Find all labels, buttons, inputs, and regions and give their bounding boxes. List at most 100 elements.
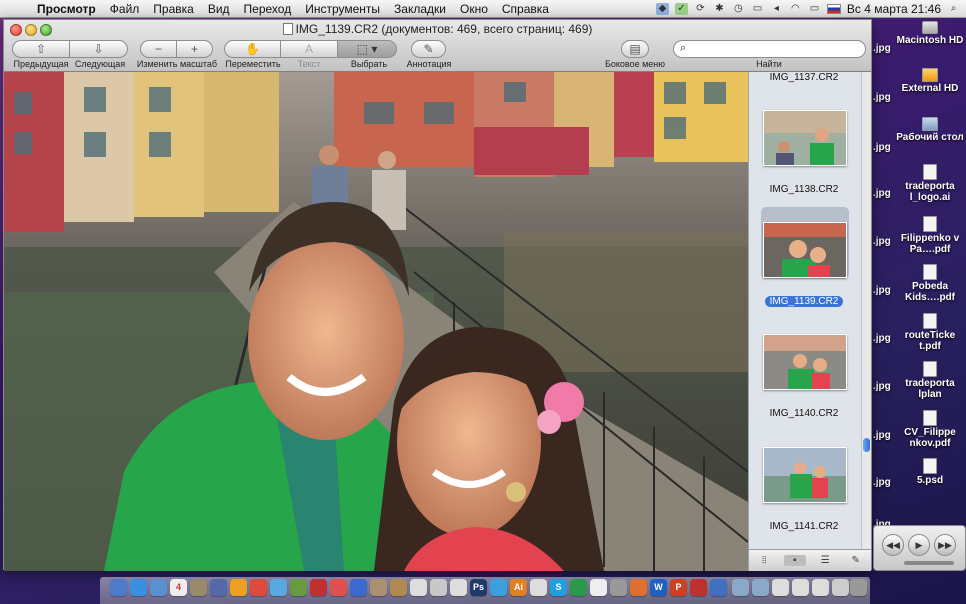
- previous-track-button[interactable]: ◀◀: [882, 534, 904, 556]
- desktop-icon-tradeportal-plan[interactable]: tradeporta lplan: [894, 361, 966, 400]
- dock-photoshop-icon[interactable]: Ps: [470, 579, 487, 596]
- select-tool-button[interactable]: ⬚ ▾: [337, 40, 397, 58]
- desktop-file-label[interactable]: .jpg: [873, 430, 891, 441]
- annotate-button[interactable]: ✎: [411, 40, 446, 58]
- dock-app-icon[interactable]: [410, 579, 427, 596]
- dock-chrome-icon[interactable]: [250, 579, 267, 596]
- desktop-icon-tradeportal-logo[interactable]: tradeporta l_logo.ai: [894, 164, 966, 203]
- dock-folder-icon[interactable]: [732, 579, 749, 596]
- menu-edit[interactable]: Правка: [146, 2, 201, 16]
- thumbnail-size-icon[interactable]: ▪: [783, 555, 806, 566]
- dock-minimized-window-icon[interactable]: [772, 579, 789, 596]
- next-button[interactable]: ⇩: [69, 40, 128, 58]
- desktop-file-label[interactable]: .jpg: [873, 381, 891, 392]
- search-input[interactable]: [694, 42, 859, 56]
- thumbnail-image-1138[interactable]: [763, 110, 847, 166]
- desktop-icon-5-psd[interactable]: 5.psd: [894, 458, 966, 486]
- desktop-file-label[interactable]: .jpg: [873, 333, 891, 344]
- dock-finder-icon[interactable]: [110, 579, 127, 596]
- menu-view[interactable]: Вид: [201, 2, 237, 16]
- desktop-icon-desktop[interactable]: Рабочий стол: [894, 117, 966, 143]
- dock-app-icon[interactable]: [570, 579, 587, 596]
- dock-safari-icon[interactable]: [130, 579, 147, 596]
- desktop-icon-routeticket-pdf[interactable]: routeTicke t.pdf: [894, 313, 966, 352]
- dock-app-icon[interactable]: [330, 579, 347, 596]
- desktop-file-label[interactable]: .jpg: [873, 285, 891, 296]
- dock-app-icon[interactable]: [310, 579, 327, 596]
- menu-file[interactable]: Файл: [103, 2, 147, 16]
- previous-button[interactable]: ⇧: [12, 40, 70, 58]
- dock-app-icon[interactable]: [230, 579, 247, 596]
- dock-app-icon[interactable]: [590, 579, 607, 596]
- sidebar-scrollbar[interactable]: [861, 72, 871, 549]
- dock-app-icon[interactable]: [290, 579, 307, 596]
- dock-illustrator-icon[interactable]: Ai: [510, 579, 527, 596]
- dock-app-icon[interactable]: [610, 579, 627, 596]
- desktop-icon-external-hd[interactable]: External HD: [894, 68, 966, 94]
- desktop-icon-macintosh-hd[interactable]: Macintosh HD: [894, 21, 966, 46]
- desktop-file-label[interactable]: .jpg: [873, 188, 891, 199]
- move-tool-button[interactable]: ✋: [224, 40, 281, 58]
- menu-help[interactable]: Справка: [495, 2, 556, 16]
- thumbnail-image-1139[interactable]: [763, 222, 847, 278]
- menu-bookmarks[interactable]: Закладки: [387, 2, 453, 16]
- zoom-in-button[interactable]: +: [176, 40, 213, 58]
- photo-view[interactable]: [4, 72, 748, 571]
- dock-minimized-window-icon[interactable]: [792, 579, 809, 596]
- evernote-icon[interactable]: ✓: [674, 3, 688, 15]
- dock-folder-icon[interactable]: [752, 579, 769, 596]
- next-track-button[interactable]: ▶▶: [934, 534, 956, 556]
- desktop-file-label[interactable]: .jpg: [873, 477, 891, 488]
- dock-app-icon[interactable]: [710, 579, 727, 596]
- dock-app-icon[interactable]: [190, 579, 207, 596]
- dock-app-icon[interactable]: [390, 579, 407, 596]
- volume-icon[interactable]: ◂: [770, 3, 783, 15]
- dock-powerpoint-icon[interactable]: P: [670, 579, 687, 596]
- sync-icon[interactable]: ⟳: [694, 3, 707, 15]
- dock-app-icon[interactable]: [430, 579, 447, 596]
- menu-app-preview[interactable]: Просмотр: [30, 2, 103, 16]
- dock-app-icon[interactable]: [530, 579, 547, 596]
- spotlight-icon[interactable]: ⌕: [947, 3, 960, 15]
- play-button[interactable]: ▶: [908, 534, 930, 556]
- time-machine-icon[interactable]: ◷: [732, 3, 745, 15]
- grid-view-icon[interactable]: ⦙⦙: [753, 555, 775, 566]
- desktop-icon-cv-pdf[interactable]: CV_Filippe nkov.pdf: [894, 410, 966, 449]
- dock-word-icon[interactable]: W: [650, 579, 667, 596]
- dock-skype-icon[interactable]: S: [550, 579, 567, 596]
- list-view-icon[interactable]: ☰: [814, 555, 836, 566]
- bluetooth-icon[interactable]: ✱: [713, 3, 726, 15]
- zoom-out-button[interactable]: −: [140, 40, 177, 58]
- menu-go[interactable]: Переход: [237, 2, 299, 16]
- dock-trash-icon[interactable]: [850, 579, 867, 596]
- desktop-file-label[interactable]: .jpg: [873, 142, 891, 153]
- dock-app-icon[interactable]: [630, 579, 647, 596]
- desktop-file-label[interactable]: .jpg: [873, 43, 891, 54]
- sidebar-toggle-button[interactable]: ▤: [621, 40, 649, 58]
- dock-app-icon[interactable]: [150, 579, 167, 596]
- dock-dropbox-icon[interactable]: [350, 579, 367, 596]
- search-field[interactable]: ⌕: [673, 40, 866, 58]
- thumbnail-sidebar[interactable]: IMG_1137.CR2 IMG_1138.CR2 IMG_1139.CR2 I…: [748, 72, 871, 571]
- dock-minimized-window-icon[interactable]: [812, 579, 829, 596]
- desktop-file-label[interactable]: .jpg: [873, 236, 891, 247]
- wifi-icon[interactable]: ◠: [789, 3, 802, 15]
- dock-app-icon[interactable]: [210, 579, 227, 596]
- volume-slider[interactable]: [904, 561, 954, 565]
- dock-app-icon[interactable]: [450, 579, 467, 596]
- dock-calendar-icon[interactable]: 4: [170, 579, 187, 596]
- battery-icon[interactable]: ▭: [808, 3, 821, 15]
- dock-app-icon[interactable]: [370, 579, 387, 596]
- document-proxy-icon[interactable]: [282, 23, 293, 35]
- desktop-icon-filippenkov-pdf[interactable]: Filippenko v Pa….pdf: [894, 216, 966, 255]
- edit-sidebar-icon[interactable]: ✎: [845, 555, 867, 566]
- thumbnail-image-1140[interactable]: [763, 334, 847, 390]
- thumbnail-image-1141[interactable]: [763, 447, 847, 503]
- dropbox-icon[interactable]: ◆: [655, 3, 669, 15]
- dock-twitter-icon[interactable]: [490, 579, 507, 596]
- sidebar-scroll-thumb[interactable]: [863, 438, 870, 452]
- dock-minimized-window-icon[interactable]: [832, 579, 849, 596]
- desktop-icon-pobeda-pdf[interactable]: Pobeda Kids….pdf: [894, 264, 966, 303]
- menu-window[interactable]: Окно: [453, 2, 495, 16]
- menu-tools[interactable]: Инструменты: [298, 2, 387, 16]
